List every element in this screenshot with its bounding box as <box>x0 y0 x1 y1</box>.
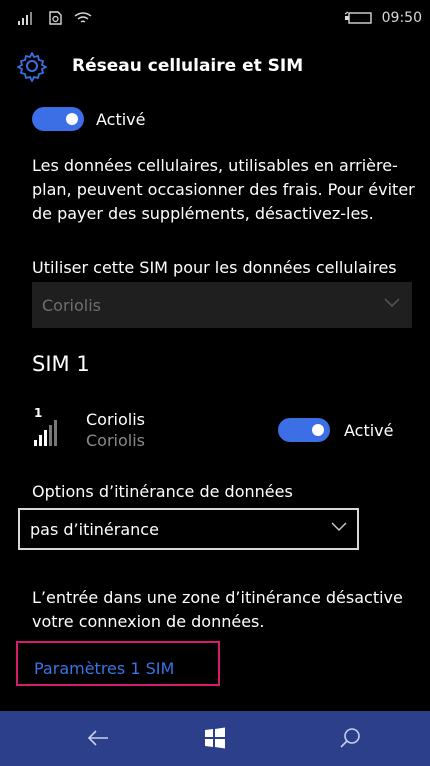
search-icon <box>340 728 360 748</box>
roaming-select[interactable]: pas d’itinérance <box>18 508 359 550</box>
cellular-description: Les données cellulaires, utilisables en … <box>32 156 415 223</box>
status-icons-right: 09:50 <box>344 10 422 26</box>
cellular-data-toggle[interactable] <box>32 107 84 131</box>
chevron-down-icon <box>384 298 400 307</box>
gear-icon <box>17 52 47 82</box>
back-button[interactable] <box>78 721 118 755</box>
sim1-settings-link[interactable]: Paramètres 1 SIM <box>34 659 174 678</box>
page-header: Réseau cellulaire et SIM <box>0 40 430 94</box>
navigation-bar <box>0 711 430 766</box>
roaming-note: L’entrée dans une zone d’itinérance désa… <box>32 588 403 631</box>
sim1-heading: SIM 1 <box>32 352 90 376</box>
signal-icon <box>18 12 32 25</box>
toggle-knob <box>312 424 324 436</box>
status-icons-left <box>18 10 92 26</box>
wifi-icon <box>74 12 92 23</box>
page-title: Réseau cellulaire et SIM <box>72 56 304 76</box>
home-button[interactable] <box>195 721 235 755</box>
back-arrow-icon <box>87 730 108 746</box>
cellular-data-toggle-label: Activé <box>96 110 146 129</box>
sim1-operator-sub: Coriolis <box>86 431 145 450</box>
toggle-knob <box>66 113 78 125</box>
roaming-select-value: pas d’itinérance <box>30 520 159 539</box>
sim-icon <box>49 11 62 25</box>
chevron-down-icon <box>331 522 347 531</box>
sim1-signal-index: 1 <box>34 406 43 420</box>
sim1-signal-icon: 1 <box>34 406 74 446</box>
status-bar: 09:50 <box>0 0 430 40</box>
battery-icon <box>344 11 372 24</box>
windows-icon <box>205 727 225 749</box>
sim-data-select-value: Coriolis <box>42 296 101 315</box>
status-time: 09:50 <box>381 10 422 26</box>
roaming-options-label: Options d’itinérance de données <box>32 482 293 501</box>
sim-data-select[interactable]: Coriolis <box>32 282 412 328</box>
sim1-toggle[interactable] <box>278 418 330 442</box>
search-button[interactable] <box>330 721 370 755</box>
sim1-operator: Coriolis <box>86 410 145 429</box>
sim1-toggle-label: Activé <box>344 421 394 440</box>
sim-data-select-label: Utiliser cette SIM pour les données cell… <box>32 258 397 277</box>
